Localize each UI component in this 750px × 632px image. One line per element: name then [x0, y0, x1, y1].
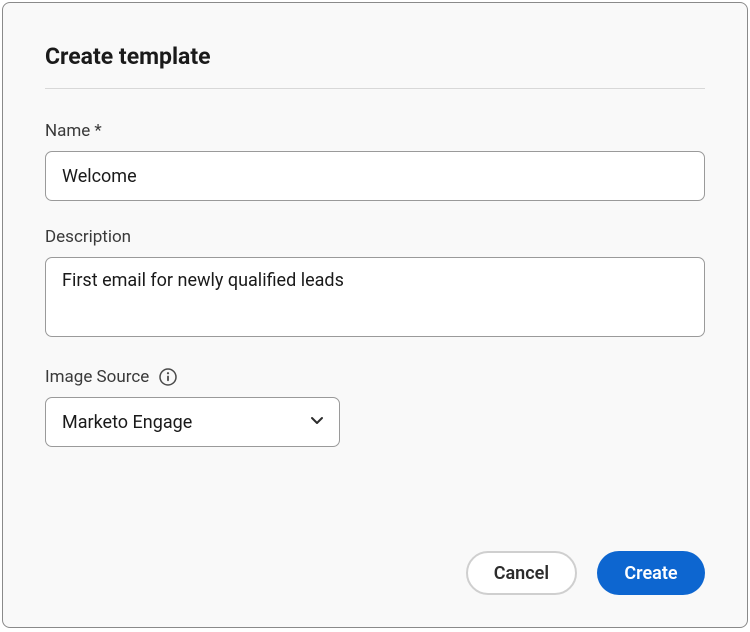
image-source-field: Image Source Marketo Engage — [45, 367, 705, 447]
create-button[interactable]: Create — [597, 551, 705, 595]
image-source-select[interactable]: Marketo Engage — [45, 397, 340, 447]
divider — [45, 88, 705, 89]
required-mark: * — [94, 121, 101, 141]
dialog-buttons: Cancel Create — [466, 551, 705, 595]
name-label: Name — [45, 121, 90, 141]
dialog-title: Create template — [45, 43, 705, 70]
image-source-label: Image Source — [45, 367, 149, 387]
cancel-button[interactable]: Cancel — [466, 551, 577, 595]
name-field: Name * — [45, 121, 705, 201]
description-label: Description — [45, 227, 705, 247]
create-template-dialog: Create template Name * Description First… — [2, 2, 748, 628]
info-icon[interactable] — [159, 368, 177, 386]
description-input[interactable]: First email for newly qualified leads — [45, 257, 705, 337]
name-input[interactable] — [45, 151, 705, 201]
image-source-label-row: Image Source — [45, 367, 705, 387]
name-label-row: Name * — [45, 121, 705, 141]
description-field: Description First email for newly qualif… — [45, 227, 705, 341]
image-source-select-wrap: Marketo Engage — [45, 397, 340, 447]
